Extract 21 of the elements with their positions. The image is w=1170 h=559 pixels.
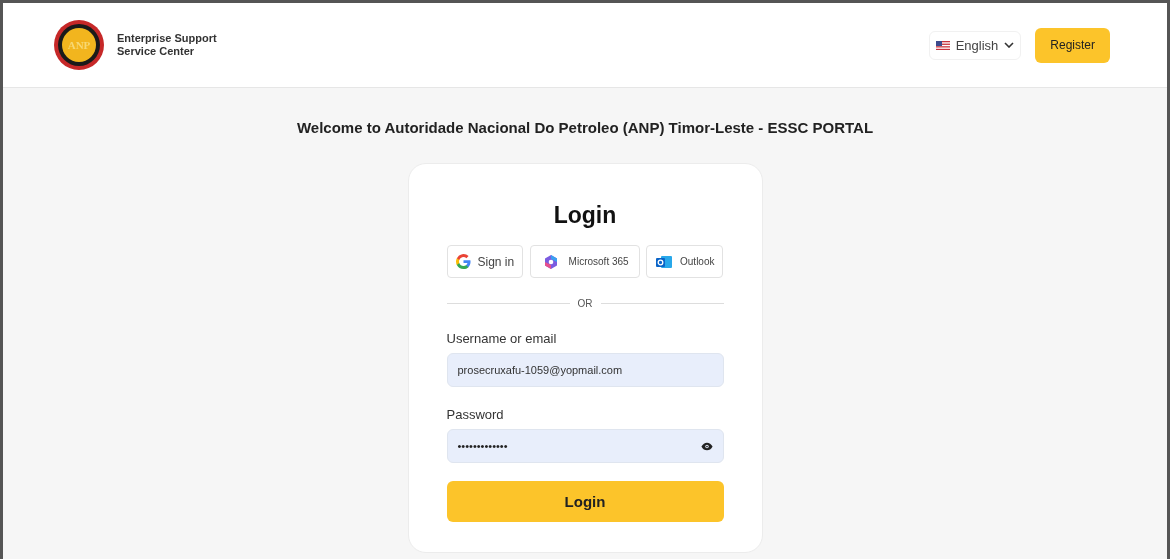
eye-icon[interactable] [700, 441, 713, 451]
username-field[interactable]: prosecruxafu-1059@yopmail.com [446, 353, 724, 387]
chevron-down-icon [1004, 42, 1015, 48]
password-field[interactable]: ••••••••••••• [446, 429, 724, 463]
login-button[interactable]: Login [446, 481, 724, 522]
hexagon-logo-icon [542, 253, 559, 270]
envelope-logo-icon [655, 253, 673, 270]
microsoft365-signin-button[interactable]: Microsoft 365 [529, 245, 640, 278]
google-signin-button[interactable]: Sign in [446, 245, 524, 278]
password-label: Password [446, 407, 505, 422]
brand-name: Enterprise Support Service Center [117, 32, 217, 58]
or-divider-text: OR [577, 298, 593, 309]
outlook-signin-button[interactable]: Outlook [646, 245, 724, 278]
language-selector[interactable]: English [928, 30, 1022, 60]
login-title: Login [552, 202, 618, 229]
welcome-heading: Welcome to Autoridade Nacional Do Petroleo (ANP) Timor-Leste - ESSC PORTAL [296, 119, 874, 136]
google-g-icon [455, 254, 471, 269]
flag-icon [935, 40, 950, 50]
logo-icon: ANP [53, 19, 105, 71]
register-button[interactable]: Register [1035, 27, 1110, 63]
username-label: Username or email [446, 331, 558, 346]
